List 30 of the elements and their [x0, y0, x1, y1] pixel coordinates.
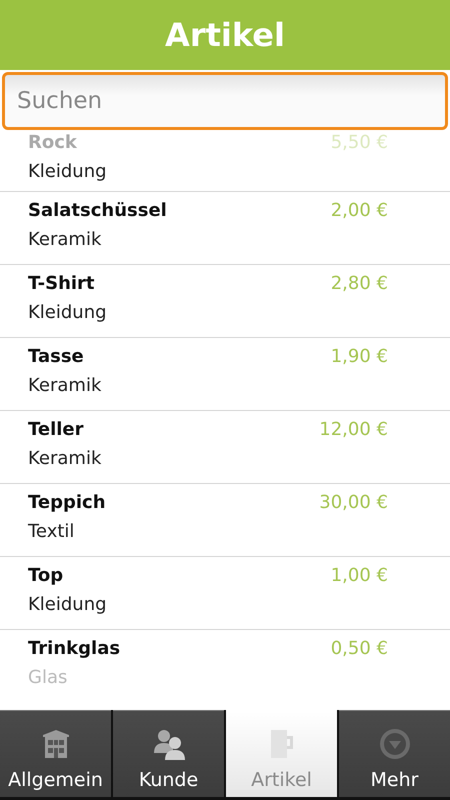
article-name[interactable]: Top [28, 565, 64, 586]
article-name[interactable]: Teppich [28, 492, 106, 513]
more-icon [378, 727, 412, 761]
article-price: 1,00 € [330, 565, 388, 586]
tab[interactable]: Kunde [113, 710, 224, 797]
article-category: Kleidung [28, 594, 108, 615]
search-field[interactable]: Suchen [2, 72, 448, 130]
article-price: 1,90 € [330, 346, 388, 367]
article-category: Keramik [28, 375, 102, 396]
article-price: 2,80 € [330, 273, 388, 294]
article-category: Kleidung [28, 161, 108, 182]
people-icon [152, 727, 186, 761]
article-price: 30,00 € [319, 492, 388, 513]
article-category: Kleidung [28, 302, 108, 323]
article-category: Glas [28, 667, 68, 688]
article-category: Keramik [28, 448, 102, 469]
article-name[interactable]: T-Shirt [28, 273, 95, 294]
header-title: Artikel [165, 16, 285, 54]
article-category: Keramik [28, 229, 102, 250]
article-price: 12,00 € [319, 419, 388, 440]
tab[interactable]: Allgemein [0, 710, 111, 797]
article-category: Textil [28, 521, 76, 542]
article-price: 0,50 € [330, 638, 388, 659]
article-price: 5,50 € [330, 132, 388, 153]
article-price: 2,00 € [330, 200, 388, 221]
article-name[interactable]: Trinkglas [28, 638, 120, 659]
article-name[interactable]: Teller [28, 419, 84, 440]
tab[interactable]: Mehr [339, 710, 450, 797]
article-name[interactable]: Tasse [28, 346, 84, 367]
article-name[interactable]: Salatschüssel [28, 200, 167, 221]
